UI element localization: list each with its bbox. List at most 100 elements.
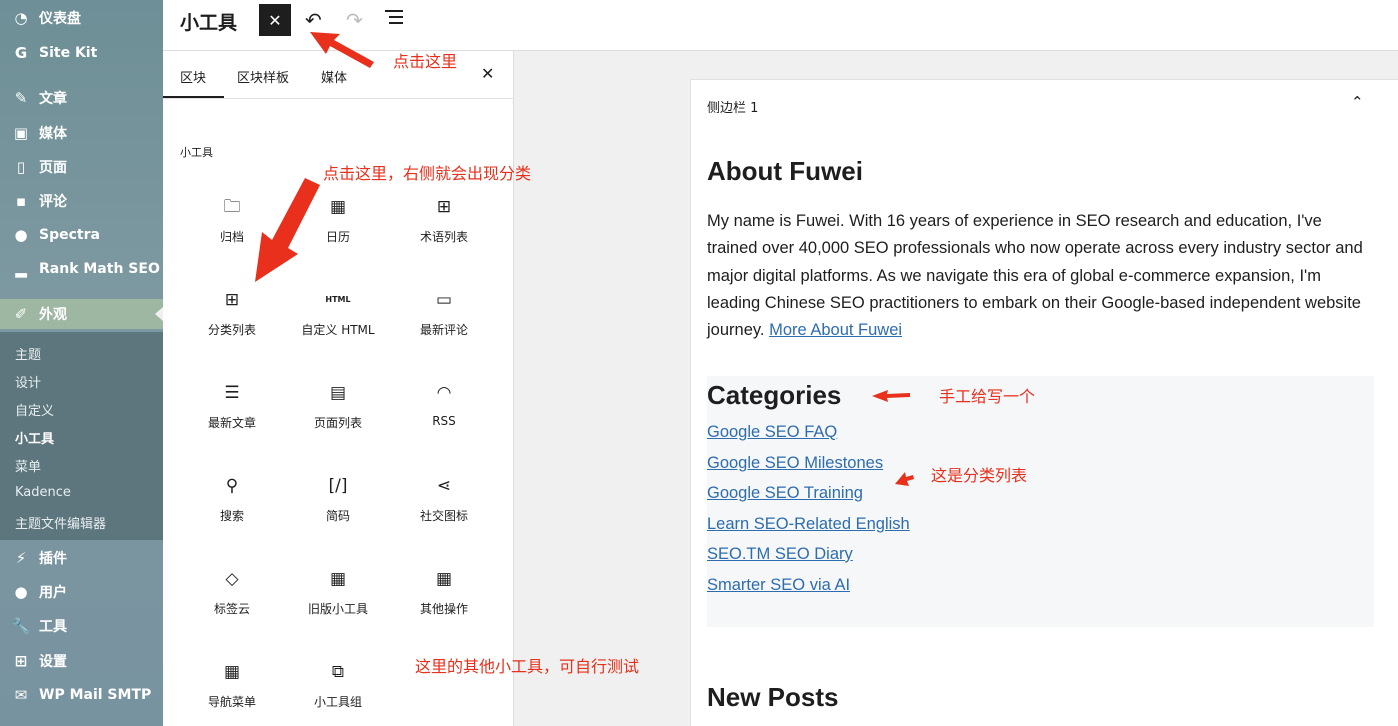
tab-blocks[interactable]: 区块: [162, 67, 225, 98]
block-category-title: 小工具: [180, 146, 213, 159]
page-title: 小工具: [180, 12, 238, 34]
block-label: 页面列表: [313, 416, 362, 430]
annotation-other-widgets: 这里的其他小工具，可自行测试: [415, 657, 640, 676]
sidebar-item-settings[interactable]: ⊞ 设置: [0, 646, 163, 676]
category-link[interactable]: Google SEO Training: [707, 484, 863, 503]
tools-icon: 🔧: [11, 617, 31, 635]
sidebar-item-plugins[interactable]: ⚡ 插件: [0, 543, 163, 573]
block-label: 简码: [325, 509, 350, 523]
category-link[interactable]: Smarter SEO via AI: [707, 576, 850, 595]
submenu-theme-file-editor[interactable]: 主题文件编辑器: [15, 513, 106, 532]
block-label: 社交图标: [419, 509, 468, 523]
social-icons-block[interactable]: ⋖ 社交图标: [394, 473, 494, 553]
sidebar-item-tools[interactable]: 🔧 工具: [0, 611, 163, 641]
grid-icon: ⊞: [436, 197, 452, 217]
dashboard-icon: ◔: [14, 9, 28, 27]
comment-icon: ▭: [435, 290, 453, 310]
sidebar-item-pages[interactable]: ▯ 页面: [0, 152, 163, 182]
rss-icon: ◠: [436, 383, 452, 403]
navigation-menu-block[interactable]: ▦ 导航菜单: [182, 659, 282, 726]
categories-heading[interactable]: Categories: [707, 380, 841, 411]
page-list-block[interactable]: ▤ 页面列表: [288, 380, 388, 460]
spectra-icon: ●: [14, 226, 28, 244]
block-label: 自定义 HTML: [301, 323, 375, 337]
sidebar-item-comments[interactable]: ▪ 评论: [0, 186, 163, 216]
undo-button[interactable]: ↶: [305, 8, 322, 32]
block-label: 术语列表: [419, 230, 468, 244]
plugins-icon: ⚡: [15, 549, 27, 567]
categories-list-block[interactable]: ⊞ 分类列表: [182, 287, 282, 367]
undo-icon: ↶: [305, 8, 322, 32]
about-heading[interactable]: About Fuwei: [707, 156, 863, 187]
submenu-design[interactable]: 设计: [15, 372, 41, 391]
sidebar-item-site-kit[interactable]: G Site Kit: [0, 38, 163, 68]
about-link[interactable]: More About Fuwei: [769, 321, 902, 339]
block-label: 最新文章: [207, 416, 256, 430]
group-icon: ⧉: [331, 662, 345, 682]
calendar-block[interactable]: ▦ 日历: [288, 194, 388, 274]
sidebar-item-rank-math[interactable]: ▂ Rank Math SEO: [0, 254, 163, 284]
calendar-icon: ▦: [329, 197, 347, 217]
submenu-kadence[interactable]: Kadence: [15, 485, 71, 500]
close-inserter-button[interactable]: ✕: [259, 4, 291, 36]
shortcode-icon: [/]: [328, 476, 348, 496]
inserter-close-button[interactable]: ✕: [481, 64, 494, 83]
admin-sidebar: ◔ 仪表盘 G Site Kit ✎ 文章 ▣ 媒体 ▯ 页面 ▪ 评论 ● Spectra …: [0, 0, 163, 726]
category-link[interactable]: Google SEO FAQ: [707, 423, 837, 442]
shortcode-block[interactable]: [/] 简码: [288, 473, 388, 553]
category-link[interactable]: SEO.TM SEO Diary: [707, 545, 853, 564]
sidebar-item-wp-mail-smtp[interactable]: ✉ WP Mail SMTP: [0, 680, 163, 710]
list-view-button[interactable]: [385, 10, 403, 28]
close-icon: ✕: [268, 10, 282, 30]
submenu-menus[interactable]: 菜单: [15, 456, 41, 475]
sidebar-item-appearance[interactable]: ✐ 外观: [0, 299, 163, 329]
redo-button[interactable]: ↷: [346, 8, 363, 32]
tag-cloud-block[interactable]: ◇ 标签云: [182, 566, 282, 646]
more-actions-block[interactable]: ▦ 其他操作: [394, 566, 494, 646]
category-link[interactable]: Learn SEO-Related English: [707, 515, 910, 534]
submenu-themes[interactable]: 主题: [15, 344, 41, 363]
annotation-click-here: 点击这里: [393, 52, 458, 71]
submenu-widgets[interactable]: 小工具: [15, 428, 54, 447]
block-label: 其他操作: [419, 602, 468, 616]
sidebar-item-spectra[interactable]: ● Spectra: [0, 220, 163, 250]
sidebar-item-posts[interactable]: ✎ 文章: [0, 83, 163, 113]
inserter-tabs: 区块 区块样板 媒体 ✕: [162, 51, 514, 99]
block-label: 分类列表: [207, 323, 256, 337]
new-posts-heading[interactable]: New Posts: [707, 682, 839, 713]
block-label: 归档: [219, 230, 244, 244]
calendar-icon: ▦: [435, 569, 453, 589]
google-icon: G: [14, 44, 28, 62]
about-paragraph[interactable]: My name is Fuwei. With 16 years of exper…: [707, 208, 1367, 344]
block-label: 最新评论: [419, 323, 468, 337]
sidebar-item-dashboard[interactable]: ◔ 仪表盘: [0, 3, 163, 33]
annotation-manual-heading: 手工给写一个: [939, 387, 1036, 406]
editor-toolbar: 小工具 ✕ ↶ ↷: [163, 0, 1398, 51]
sidebar-item-users[interactable]: ● 用户: [0, 577, 163, 607]
tag-list-block[interactable]: ⊞ 术语列表: [394, 194, 494, 274]
category-link[interactable]: Google SEO Milestones: [707, 454, 883, 473]
sidebar-item-media[interactable]: ▣ 媒体: [0, 118, 163, 148]
tab-media[interactable]: 媒体: [321, 67, 347, 86]
latest-posts-block[interactable]: ☰ 最新文章: [182, 380, 282, 460]
block-label: 旧版小工具: [307, 602, 368, 616]
categories-block[interactable]: Categories Google SEO FAQ Google SEO Mil…: [707, 376, 1374, 627]
mail-icon: ✉: [14, 686, 28, 704]
collapse-toggle-button[interactable]: ⌃: [1351, 93, 1364, 111]
pin-icon: ✎: [14, 89, 28, 107]
widget-group-block[interactable]: ⧉ 小工具组: [288, 659, 388, 726]
annotation-click-here-categories: 点击这里，右侧就会出现分类: [323, 164, 532, 183]
rss-block[interactable]: ◠ RSS: [394, 380, 494, 460]
tab-patterns[interactable]: 区块样板: [237, 67, 289, 86]
list-icon: ☰: [224, 383, 240, 403]
custom-html-block[interactable]: HTML 自定义 HTML: [288, 287, 388, 367]
legacy-widget-block[interactable]: ▦ 旧版小工具: [288, 566, 388, 646]
search-block[interactable]: ⚲ 搜索: [182, 473, 282, 553]
latest-comments-block[interactable]: ▭ 最新评论: [394, 287, 494, 367]
submenu-customize[interactable]: 自定义: [15, 400, 54, 419]
appearance-submenu: 主题 设计 自定义 小工具 菜单 Kadence 主题文件编辑器: [0, 332, 163, 540]
archives-block[interactable]: 🗀 归档: [182, 194, 282, 274]
appearance-icon: ✐: [14, 305, 28, 323]
block-label: 标签云: [213, 602, 250, 616]
calendar-icon: ▦: [223, 662, 241, 682]
